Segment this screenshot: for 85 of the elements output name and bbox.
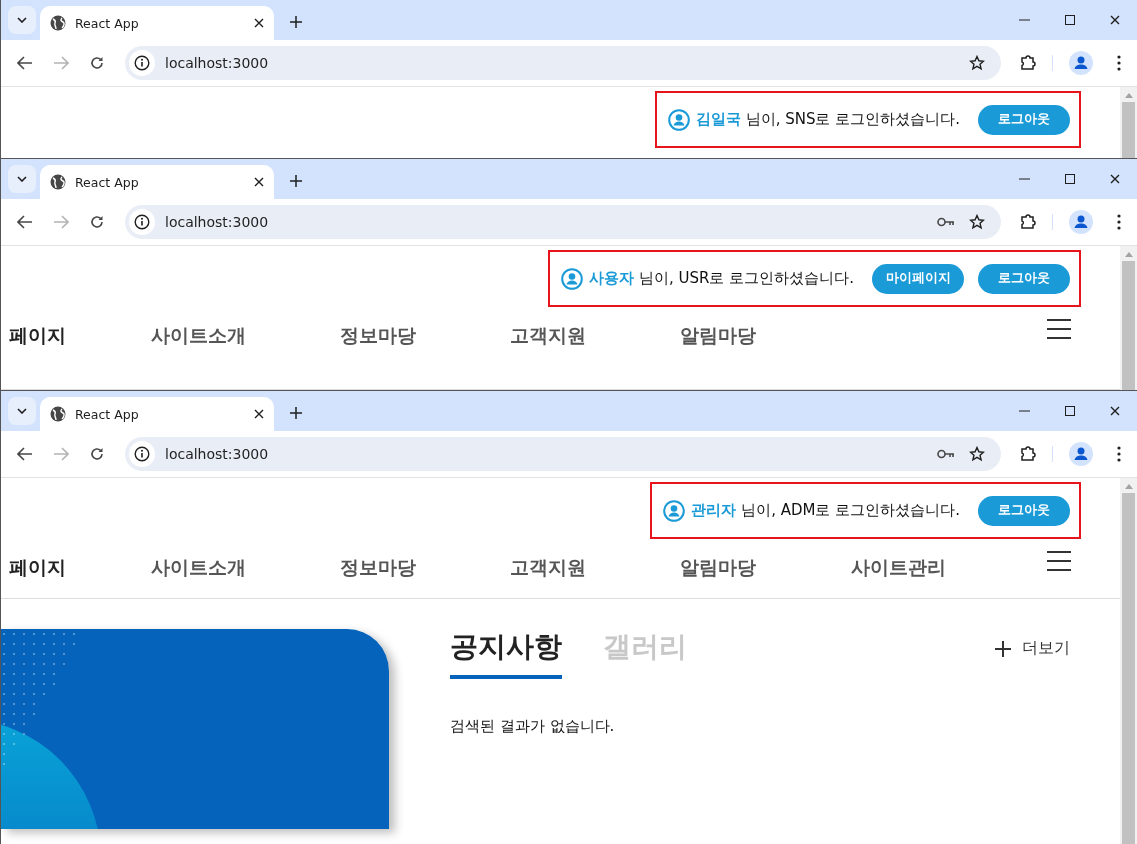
new-tab-icon[interactable] (290, 175, 302, 187)
nav-item[interactable]: 사이트소개 (151, 555, 246, 581)
puzzle-icon[interactable] (1020, 214, 1036, 230)
tab-close-icon[interactable] (254, 409, 264, 419)
tab-close-icon[interactable] (254, 18, 264, 28)
reload-icon[interactable] (90, 56, 104, 70)
profile-avatar-icon[interactable] (1069, 442, 1093, 466)
new-tab-icon[interactable] (290, 16, 302, 28)
address-bar[interactable]: localhost:3000 (125, 205, 1001, 239)
plus-icon[interactable] (995, 640, 1011, 657)
more-button[interactable]: 더보기 (995, 638, 1070, 659)
nav-item[interactable]: 정보마당 (340, 323, 416, 349)
chevron-down-icon[interactable] (17, 176, 27, 182)
info-icon[interactable] (134, 214, 150, 230)
star-icon[interactable] (969, 214, 985, 230)
nav-item[interactable]: 사이트관리 (851, 555, 946, 581)
url-text: localhost:3000 (165, 214, 270, 230)
nav-item[interactable]: 정보마당 (340, 555, 416, 581)
nav-item[interactable]: 알림마당 (680, 555, 756, 581)
login-message: 님이, ADM로 로그인하셨습니다. (741, 501, 960, 520)
new-tab-icon[interactable] (290, 407, 302, 419)
profile-avatar-icon[interactable] (1069, 51, 1093, 75)
info-icon[interactable] (134, 446, 150, 462)
browser-tab[interactable]: React App (40, 6, 274, 40)
nav-item[interactable]: 고객지원 (510, 323, 586, 349)
address-bar[interactable]: localhost:3000 (125, 46, 1001, 80)
globe-icon (50, 15, 66, 31)
nav-item[interactable]: 알림마당 (680, 323, 756, 349)
puzzle-icon[interactable] (1020, 446, 1036, 462)
close-icon[interactable] (1109, 174, 1120, 184)
nav-item[interactable]: 사이트소개 (151, 323, 246, 349)
tab-search-button[interactable] (8, 6, 36, 34)
address-bar[interactable]: localhost:3000 (125, 437, 1001, 471)
back-icon[interactable] (17, 56, 33, 70)
star-icon[interactable] (969, 446, 985, 462)
user-circle-icon (561, 267, 583, 290)
reload-icon[interactable] (90, 447, 104, 461)
menu-icon[interactable] (1047, 319, 1071, 339)
tab-title: React App (75, 406, 140, 422)
scrollbar[interactable] (1120, 246, 1137, 390)
user-circle-icon (663, 499, 686, 522)
login-message: 님이, USR로 로그인하셨습니다. (639, 269, 854, 288)
back-icon[interactable] (17, 447, 33, 461)
board-tab[interactable]: 공지사항 (450, 629, 562, 679)
browser-tab[interactable]: React App (40, 397, 274, 431)
info-icon[interactable] (134, 55, 150, 71)
maximize-icon[interactable] (1064, 15, 1075, 25)
user-name: 관리자 (691, 501, 737, 520)
chevron-down-icon[interactable] (17, 17, 27, 23)
site-logo[interactable]: 페이지 (1, 555, 151, 581)
key-icon[interactable] (937, 449, 955, 459)
browser-tab[interactable]: React App (40, 165, 274, 199)
tab-search-button[interactable] (8, 397, 36, 425)
star-icon[interactable] (969, 55, 985, 71)
close-icon[interactable] (1109, 15, 1120, 25)
tab-search-button[interactable] (8, 165, 36, 193)
maximize-icon[interactable] (1064, 174, 1075, 184)
login-message: 님이, SNS로 로그인하셨습니다. (745, 110, 960, 129)
user-name: 사용자 (589, 269, 634, 288)
more-menu-icon[interactable] (1117, 55, 1121, 71)
chevron-down-icon[interactable] (17, 408, 27, 414)
profile-avatar-icon[interactable] (1069, 210, 1093, 234)
scrollbar[interactable] (1120, 87, 1137, 158)
maximize-icon[interactable] (1064, 406, 1075, 416)
url-text: localhost:3000 (165, 446, 270, 462)
globe-icon (50, 174, 66, 190)
more-menu-icon[interactable] (1117, 446, 1121, 462)
close-icon[interactable] (1109, 406, 1120, 416)
reload-icon[interactable] (90, 215, 104, 229)
user-name: 김일국 (695, 110, 741, 129)
more-menu-icon[interactable] (1117, 214, 1121, 230)
puzzle-icon[interactable] (1020, 55, 1036, 71)
scrollbar[interactable] (1120, 478, 1137, 844)
site-logo[interactable]: 페이지 (1, 323, 151, 349)
user-circle-icon (667, 108, 690, 131)
tab-title: React App (75, 174, 140, 190)
key-icon[interactable] (937, 217, 955, 227)
back-icon[interactable] (17, 215, 33, 229)
globe-icon (50, 406, 66, 422)
menu-icon[interactable] (1047, 551, 1071, 571)
nav-item[interactable]: 고객지원 (510, 555, 586, 581)
tab-close-icon[interactable] (254, 177, 264, 187)
url-text: localhost:3000 (165, 55, 270, 71)
empty-message: 검색된 결과가 없습니다. (450, 717, 616, 736)
tab-title: React App (75, 15, 140, 31)
